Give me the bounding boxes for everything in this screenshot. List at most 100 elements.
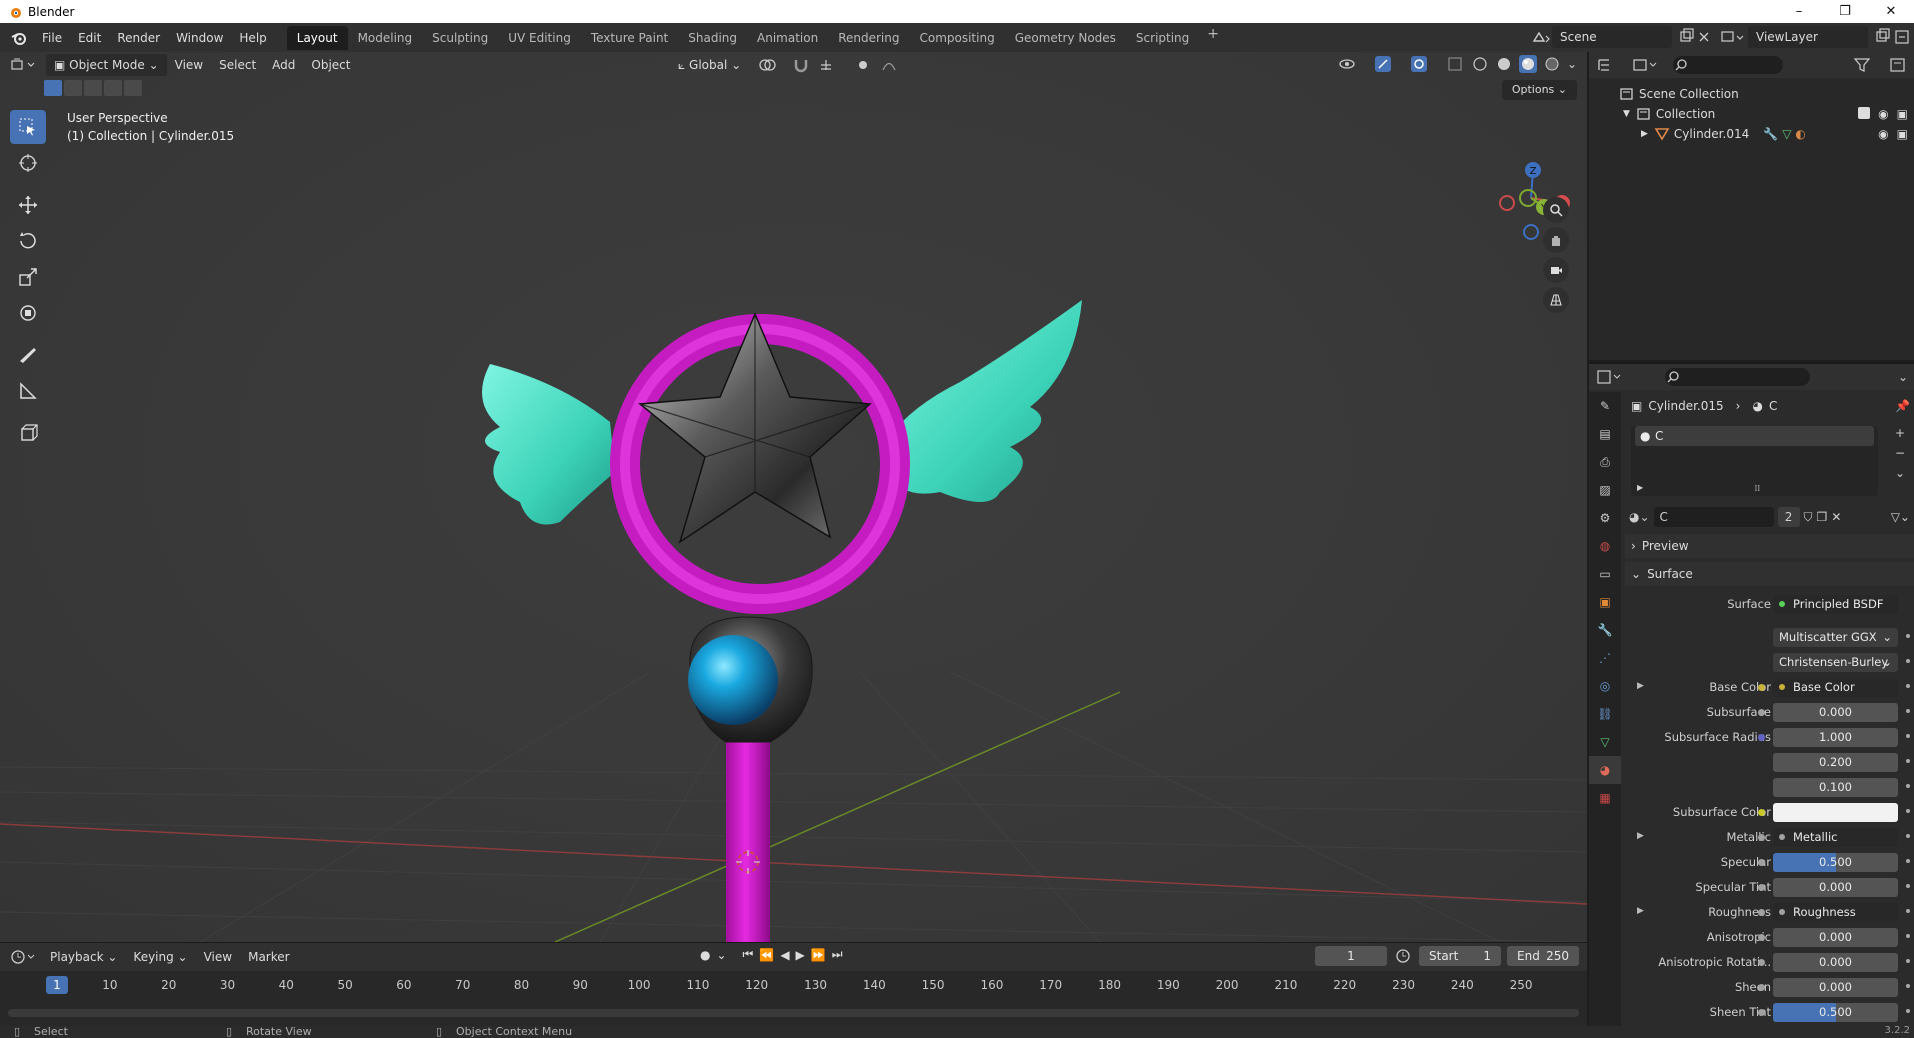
panel-preview[interactable]: › Preview <box>1625 534 1914 558</box>
menu-keying[interactable]: Keying ⌄ <box>125 946 195 968</box>
select-intersect-icon[interactable] <box>124 80 142 96</box>
keyframe-dot-icon[interactable] <box>1906 834 1910 838</box>
restore-button[interactable]: ❐ <box>1822 0 1868 23</box>
next-keyframe-icon[interactable]: ⏩ <box>811 948 826 962</box>
rotate-tool[interactable] <box>10 224 46 258</box>
menu-edit[interactable]: Edit <box>70 27 109 49</box>
tab-material[interactable]: ◕ <box>1589 756 1621 784</box>
select-invert-icon[interactable] <box>104 80 122 96</box>
menu-marker[interactable]: Marker <box>240 946 297 968</box>
color-swatch[interactable] <box>1773 803 1898 822</box>
keyframe-dot-icon[interactable] <box>1906 984 1910 988</box>
outliner-row-collection[interactable]: ▼ Collection ◉ ▣ <box>1589 104 1914 124</box>
fake-user-shield-icon[interactable]: ⛉ <box>1804 510 1813 525</box>
browse-material-icon[interactable]: ◕⌄ <box>1629 510 1650 524</box>
timeline-editor[interactable]: Playback ⌄ Keying ⌄ View Marker ● ⌄ ⏮ ⏪ … <box>0 942 1587 1026</box>
play-reverse-icon[interactable]: ◀ <box>780 948 789 962</box>
tab-uv-editing[interactable]: UV Editing <box>498 26 581 50</box>
keyframe-dot-icon[interactable] <box>1906 859 1910 863</box>
material-preview-icon[interactable] <box>1518 54 1537 74</box>
input-socket-icon[interactable] <box>1758 859 1765 866</box>
number-field[interactable]: 0.000 <box>1773 953 1898 972</box>
annotate-tool[interactable] <box>10 338 46 372</box>
keyframe-dot-icon[interactable] <box>1906 809 1910 813</box>
zoom-icon[interactable] <box>1543 197 1569 223</box>
number-field[interactable]: 1.000 <box>1773 728 1898 747</box>
preview-range-clock-icon[interactable] <box>1393 946 1413 966</box>
keyframe-dot-icon[interactable] <box>1906 1009 1910 1013</box>
scale-tool[interactable] <box>10 260 46 294</box>
expand-arrow-icon[interactable]: ▶ <box>1637 681 1644 691</box>
tab-geometry-nodes[interactable]: Geometry Nodes <box>1005 26 1126 50</box>
tab-collection[interactable]: ▭ <box>1589 560 1621 588</box>
visibility-icon[interactable] <box>1337 54 1367 74</box>
number-field[interactable]: 0.200 <box>1773 753 1898 772</box>
input-socket-icon[interactable] <box>1758 959 1765 966</box>
resize-grip-icon[interactable]: ⁞⁞ <box>1755 484 1761 494</box>
tab-rendering[interactable]: Rendering <box>828 26 909 50</box>
tab-data[interactable]: ▽ <box>1589 728 1621 756</box>
tab-tool[interactable]: ✎ <box>1589 392 1621 420</box>
collapse-arrow-icon[interactable]: ▼ <box>1623 109 1630 119</box>
end-frame-field[interactable]: End 250 <box>1507 946 1579 966</box>
subsurface-method-dropdown[interactable]: Christensen-Burley ⌄ <box>1773 653 1898 672</box>
keyframe-dot-icon[interactable] <box>1906 909 1910 913</box>
blender-logo-icon[interactable] <box>8 27 30 49</box>
keyframe-dot-icon[interactable] <box>1906 634 1910 638</box>
linked-input-field[interactable]: Base Color <box>1773 678 1898 697</box>
tab-texture[interactable]: ▦ <box>1589 784 1621 812</box>
remove-view-layer-icon[interactable] <box>1892 28 1914 46</box>
tab-physics[interactable]: ◎ <box>1589 672 1621 700</box>
unlink-material-icon[interactable]: ✕ <box>1831 510 1841 524</box>
view-layer-icon[interactable] <box>1718 28 1748 46</box>
surface-shader-field[interactable]: Principled BSDF <box>1773 595 1898 614</box>
mode-dropdown[interactable]: ▣ Object Mode ⌄ <box>46 54 167 76</box>
input-socket-icon[interactable] <box>1758 709 1765 716</box>
chevron-down-icon[interactable]: ⌄ <box>1567 57 1577 71</box>
tab-scripting[interactable]: Scripting <box>1126 26 1199 50</box>
number-field[interactable]: 0.000 <box>1773 928 1898 947</box>
outliner[interactable]: Scene Collection ▼ Collection ◉ ▣ ▶ Cyli… <box>1589 52 1914 360</box>
input-socket-icon[interactable] <box>1758 884 1765 891</box>
tab-constraints[interactable]: ⛓ <box>1589 700 1621 728</box>
panel-surface[interactable]: ⌄ Surface <box>1625 562 1914 586</box>
delete-scene-icon[interactable] <box>1696 28 1712 46</box>
cursor-tool[interactable] <box>10 146 46 180</box>
pan-hand-icon[interactable] <box>1543 227 1569 253</box>
timeline-scrollbar[interactable] <box>8 1009 1579 1017</box>
material-slot-item[interactable]: ● C <box>1635 426 1874 446</box>
material-users-count[interactable]: 2 <box>1777 507 1800 527</box>
material-slot-list[interactable]: ● C ▶ ⁞⁞ <box>1631 426 1878 496</box>
pivot-point-icon[interactable] <box>755 55 785 75</box>
distribution-dropdown[interactable]: Multiscatter GGX ⌄ <box>1773 628 1898 647</box>
jump-end-icon[interactable]: ⏭ <box>832 947 843 962</box>
properties-search-input[interactable] <box>1665 368 1810 386</box>
tab-modifiers[interactable]: 🔧 <box>1589 616 1621 644</box>
keyframe-dot-icon[interactable] <box>1906 734 1910 738</box>
select-box-tool[interactable] <box>10 110 46 144</box>
overlays-icon[interactable] <box>1409 54 1439 74</box>
slot-specials-button[interactable]: ⌄ <box>1890 466 1910 486</box>
tab-object[interactable]: ▣ <box>1589 588 1621 616</box>
linked-input-field[interactable]: Roughness <box>1773 903 1898 922</box>
select-new-icon[interactable] <box>44 80 62 96</box>
select-extend-icon[interactable] <box>64 80 82 96</box>
tab-world[interactable]: ◍ <box>1589 532 1621 560</box>
transform-tool[interactable] <box>10 296 46 330</box>
material-name-field[interactable]: C <box>1653 507 1774 527</box>
perspective-toggle-icon[interactable] <box>1543 287 1569 313</box>
tab-output[interactable]: ⎙ <box>1589 448 1621 476</box>
camera-view-icon[interactable] <box>1543 257 1569 283</box>
minimize-button[interactable]: – <box>1776 0 1822 23</box>
add-cube-tool[interactable] <box>10 416 46 450</box>
keyframe-dot-icon[interactable] <box>1906 659 1910 663</box>
linked-socket-icon[interactable] <box>1758 684 1765 691</box>
menu-object[interactable]: Object <box>303 54 358 76</box>
current-frame-field[interactable]: 1 <box>1315 946 1387 966</box>
tab-modeling[interactable]: Modeling <box>348 26 423 50</box>
slider-field[interactable]: 0.500 <box>1773 1003 1898 1022</box>
prev-keyframe-icon[interactable]: ⏪ <box>759 948 774 962</box>
tab-animation[interactable]: Animation <box>747 26 828 50</box>
snap-target-icon[interactable] <box>817 55 847 75</box>
add-slot-button[interactable]: + <box>1890 426 1910 446</box>
